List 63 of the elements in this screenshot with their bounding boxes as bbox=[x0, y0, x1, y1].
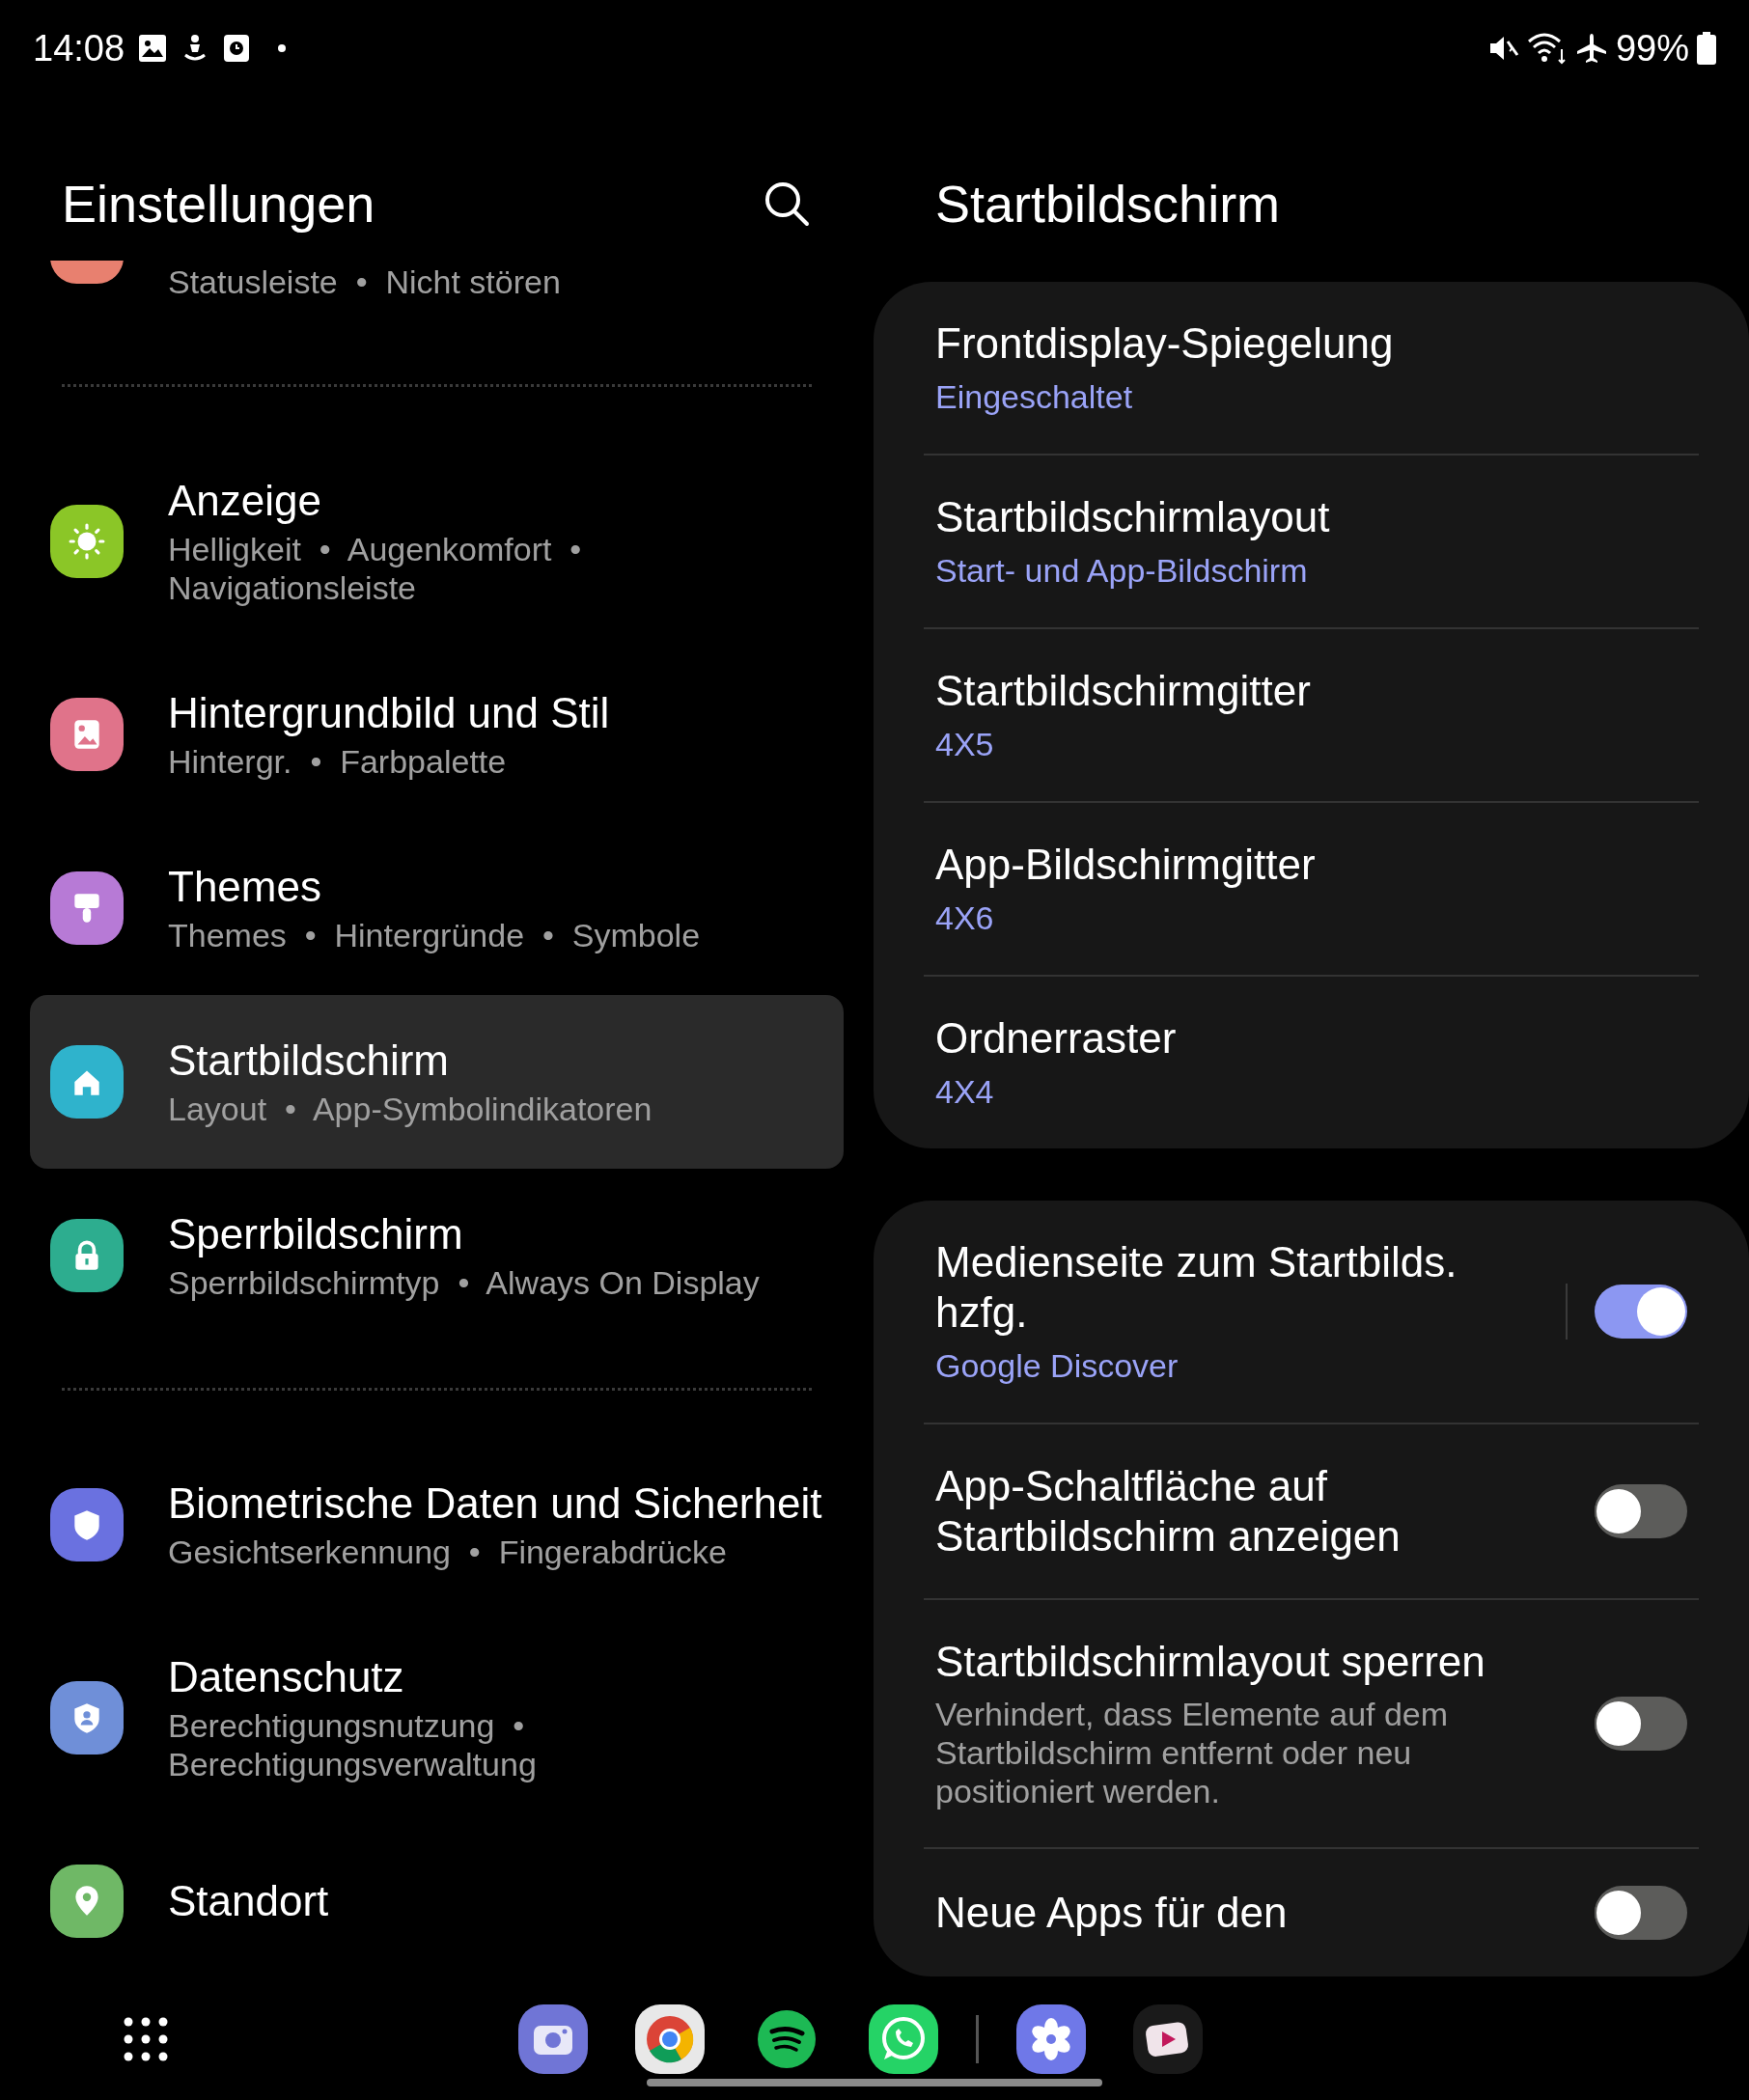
setting-title: Neue Apps für den bbox=[935, 1888, 1289, 1938]
setting-value: Start- und App-Bildschirm bbox=[935, 551, 1309, 591]
search-icon bbox=[763, 180, 811, 228]
setting-value: Eingeschaltet bbox=[935, 377, 1134, 417]
setting-title: App-Schaltfläche auf Startbildschirm anzeigen bbox=[935, 1461, 1402, 1561]
setting-row[interactable]: Neue Apps für den bbox=[924, 1847, 1699, 1976]
settings-item[interactable]: Startbildschirm Layout • App-Symbolindikatoren bbox=[30, 995, 844, 1169]
battery-percent: 99% bbox=[1615, 26, 1689, 70]
airplane-icon bbox=[1574, 32, 1608, 65]
setting-row[interactable]: Startbildschirmgitter 4X5 bbox=[924, 627, 1699, 801]
item-title: Biometrische Daten und Sicherheit bbox=[168, 1478, 822, 1529]
setting-value: Google Discover bbox=[935, 1346, 1180, 1386]
item-subtitle: Layout • App-Symbolindikatoren bbox=[168, 1090, 652, 1128]
setting-title: Frontdisplay-Spiegelung bbox=[935, 318, 1395, 369]
toggle-switch[interactable] bbox=[1595, 1484, 1687, 1538]
video-app-icon[interactable] bbox=[1133, 2004, 1203, 2074]
item-subtitle: Themes • Hintergründe • Symbole bbox=[168, 916, 701, 954]
panel-title: Startbildschirm bbox=[935, 173, 1281, 235]
clock-icon bbox=[223, 34, 251, 63]
toggle-switch[interactable] bbox=[1595, 1697, 1687, 1751]
item-subtitle: Hintergr. • Farbpalette bbox=[168, 742, 508, 781]
setting-title: Startbildschirmlayout bbox=[935, 492, 1331, 542]
setting-row[interactable]: Ordnerraster 4X4 bbox=[924, 975, 1699, 1148]
setting-row[interactable]: Frontdisplay-Spiegelung Eingeschaltet bbox=[924, 282, 1699, 454]
item-title: Themes bbox=[168, 862, 322, 912]
item-title: Standort bbox=[168, 1876, 329, 1926]
toggle-switch[interactable] bbox=[1595, 1285, 1687, 1339]
page-title: Einstellungen bbox=[62, 173, 375, 235]
item-title: Hintergrundbild und Stil bbox=[168, 688, 610, 738]
setting-title: Startbildschirmlayout sperren bbox=[935, 1637, 1486, 1687]
setting-row[interactable]: Startbildschirmlayout sperren Verhindert, dass Elemente auf dem Startbildschirm entfernt oder neu positioniert werden. bbox=[924, 1598, 1699, 1847]
item-title: Startbildschirm bbox=[168, 1036, 450, 1086]
chat-app-icon[interactable] bbox=[869, 2004, 938, 2074]
browser-app-icon[interactable] bbox=[635, 2004, 705, 2074]
item-subtitle: Berechtigungsnutzung • Berechtigungsverwaltung bbox=[168, 1706, 538, 1783]
camera-app-icon[interactable] bbox=[518, 2004, 588, 2074]
item-subtitle: Statusleiste • Nicht stören bbox=[168, 262, 561, 302]
flower-app-icon[interactable] bbox=[1016, 2004, 1086, 2074]
setting-title: App-Bildschirmgitter bbox=[935, 840, 1317, 890]
setting-title: Ordnerraster bbox=[935, 1013, 1178, 1064]
setting-row[interactable]: Medienseite zum Startbilds. hzfg. Google Discover bbox=[924, 1201, 1699, 1423]
status-time: 14:08 bbox=[33, 26, 125, 70]
notification-dot-icon bbox=[277, 43, 288, 53]
image-icon bbox=[138, 34, 168, 63]
item-subtitle: Gesichtserkennung • Fingerabdrücke bbox=[168, 1533, 728, 1571]
setting-value: 4X5 bbox=[935, 725, 995, 764]
toggle-switch[interactable] bbox=[1595, 1886, 1687, 1940]
setting-row[interactable]: App-Schaltfläche auf Startbildschirm anzeigen bbox=[924, 1423, 1699, 1598]
item-title: Anzeige bbox=[168, 476, 322, 526]
item-title: Sperrbildschirm bbox=[168, 1209, 464, 1259]
wifi-icon bbox=[1526, 32, 1568, 65]
setting-description: Verhindert, dass Elemente auf dem Startbildschirm entfernt oder neu positioniert werden. bbox=[935, 1695, 1450, 1810]
setting-title: Startbildschirmgitter bbox=[935, 666, 1312, 716]
item-title: Datenschutz bbox=[168, 1652, 405, 1702]
app-grid-icon[interactable] bbox=[124, 2017, 168, 2061]
battery-icon bbox=[1697, 32, 1716, 65]
setting-value: 4X4 bbox=[935, 1072, 995, 1112]
setting-row[interactable]: App-Bildschirmgitter 4X6 bbox=[924, 801, 1699, 975]
item-subtitle: Helligkeit • Augenkomfort • Navigationsleiste bbox=[168, 530, 583, 607]
setting-value: 4X6 bbox=[935, 898, 995, 938]
item-subtitle: Sperrbildschirmtyp • Always On Display bbox=[168, 1263, 760, 1302]
setting-row[interactable]: Startbildschirmlayout Start- und App-Bildschirm bbox=[924, 454, 1699, 627]
setting-title: Medienseite zum Startbilds. hzfg. bbox=[935, 1237, 1458, 1338]
